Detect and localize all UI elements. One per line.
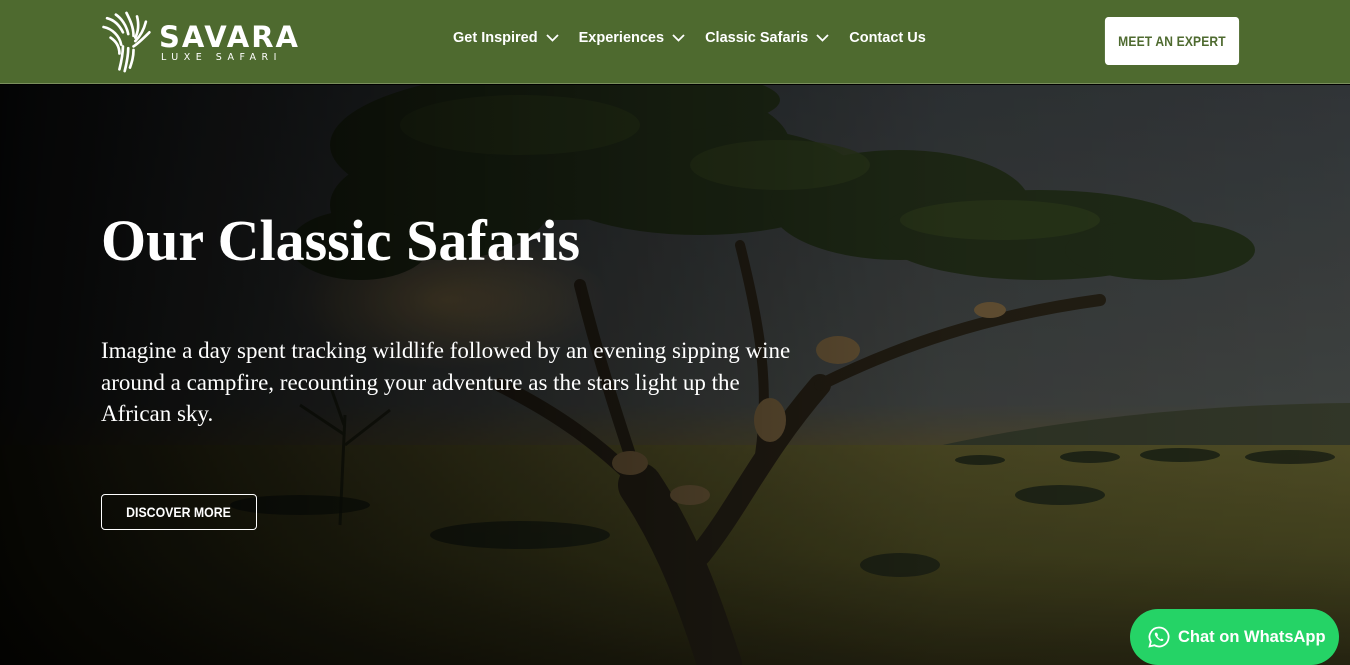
nav-item-label: Get Inspired bbox=[453, 30, 538, 46]
nav-classic-safaris[interactable]: Classic Safaris bbox=[705, 30, 829, 46]
hero-title: Our Classic Safaris bbox=[101, 208, 581, 273]
hero-section: Our Classic Safaris Imagine a day spent … bbox=[0, 85, 1350, 665]
chat-on-whatsapp-button[interactable]: Chat on WhatsApp bbox=[1130, 609, 1339, 665]
site-header: SAVARA LUXE SAFARI Get Inspired Experien… bbox=[0, 0, 1350, 84]
nav-contact-us[interactable]: Contact Us bbox=[849, 30, 926, 46]
discover-more-button[interactable]: DISCOVER MORE bbox=[101, 494, 257, 530]
brand-logo[interactable]: SAVARA LUXE SAFARI bbox=[100, 6, 300, 78]
nav-item-label: Classic Safaris bbox=[705, 30, 809, 46]
nav-get-inspired[interactable]: Get Inspired bbox=[453, 30, 559, 46]
logo-mark-icon bbox=[102, 11, 151, 73]
discover-more-label: DISCOVER MORE bbox=[126, 504, 232, 520]
nav-experiences[interactable]: Experiences bbox=[579, 30, 685, 46]
whatsapp-icon bbox=[1148, 626, 1170, 648]
hero-description: Imagine a day spent tracking wildlife fo… bbox=[101, 338, 791, 426]
meet-an-expert-button[interactable]: MEET AN EXPERT bbox=[1104, 17, 1240, 65]
nav-item-label: Contact Us bbox=[849, 30, 926, 46]
main-nav: Get Inspired Experiences Classic Safaris… bbox=[453, 30, 946, 46]
whatsapp-label: Chat on WhatsApp bbox=[1178, 627, 1326, 646]
nav-item-label: Experiences bbox=[578, 30, 665, 46]
chevron-down-icon bbox=[672, 34, 685, 42]
chevron-down-icon bbox=[816, 34, 829, 42]
brand-name: SAVARA bbox=[158, 19, 300, 54]
brand-tagline: LUXE SAFARI bbox=[160, 51, 282, 63]
chevron-down-icon bbox=[545, 34, 559, 42]
